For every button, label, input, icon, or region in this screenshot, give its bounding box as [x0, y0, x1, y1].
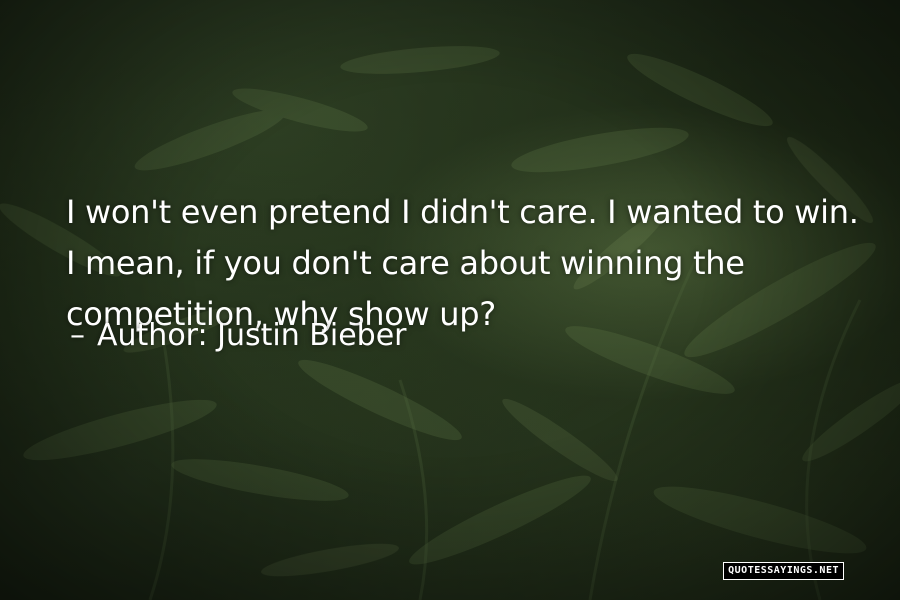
- author-name[interactable]: Justin Bieber: [217, 318, 406, 353]
- author-prefix: Author:: [97, 318, 208, 353]
- author-line: – Author: Justin Bieber: [70, 314, 407, 358]
- site-watermark: QUOTESSAYINGS.NET: [723, 562, 844, 580]
- author-dash: –: [70, 318, 85, 353]
- quote-card: I won't even pretend I didn't care. I wa…: [0, 0, 900, 600]
